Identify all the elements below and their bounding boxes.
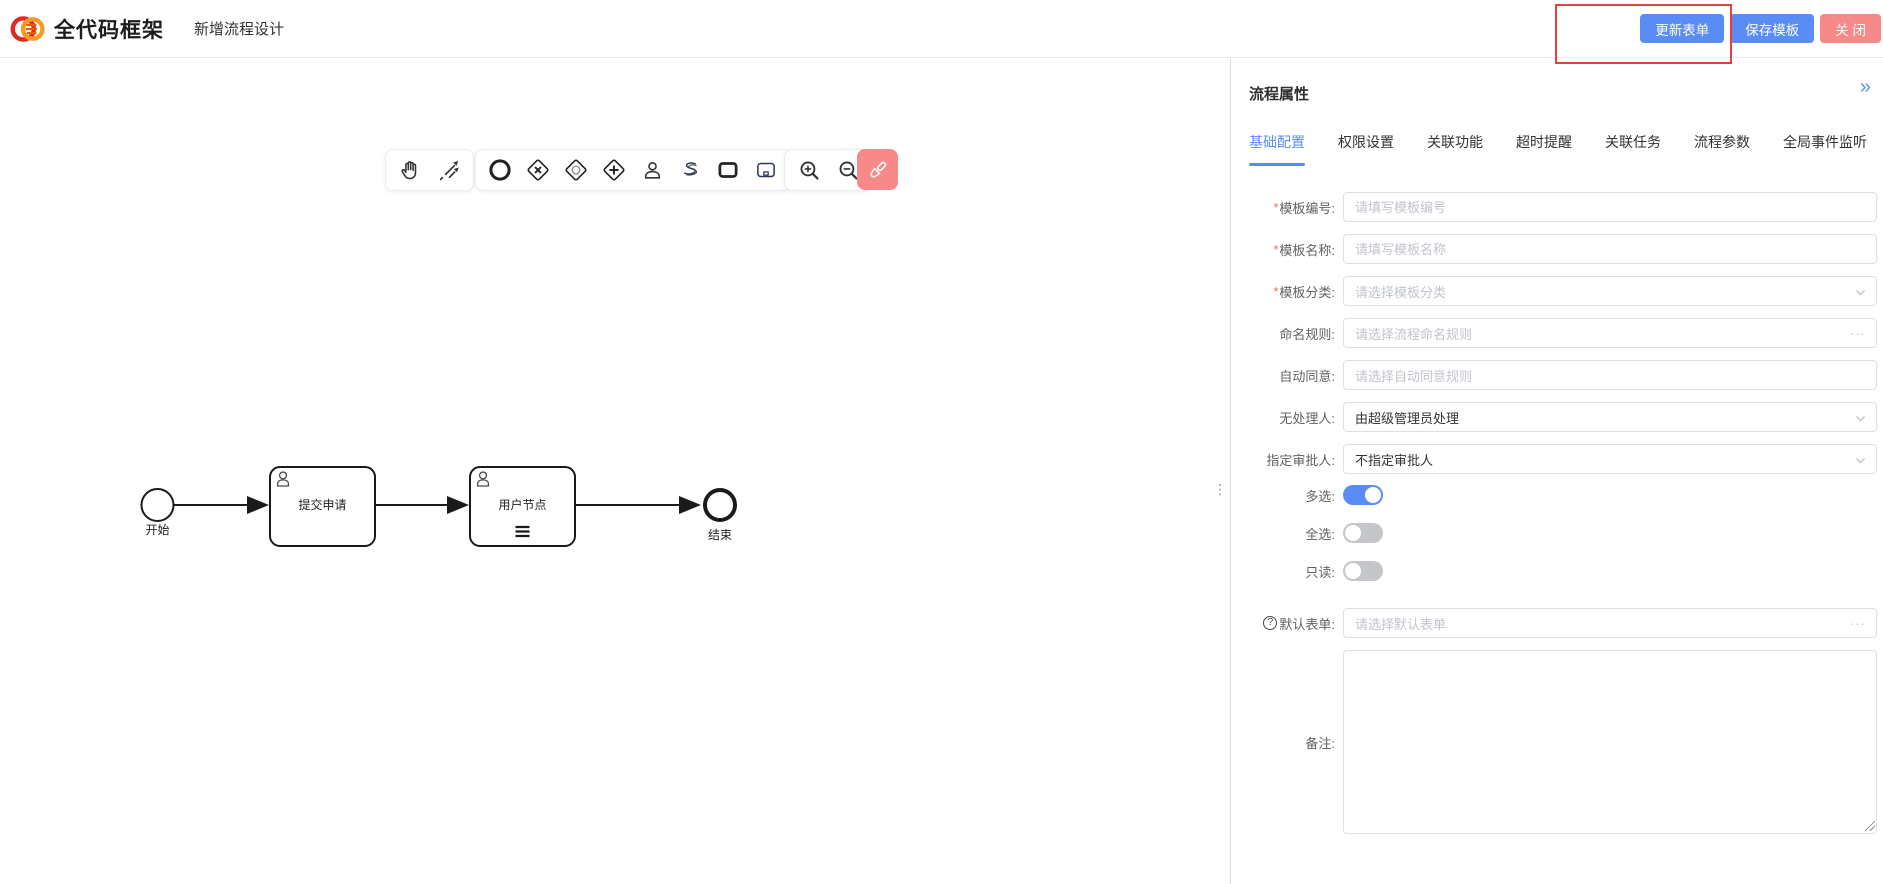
user-task-icon[interactable] — [639, 157, 665, 183]
required-mark: * — [1273, 284, 1278, 299]
panel-resize-handle[interactable]: ⋮ — [1213, 482, 1227, 496]
form-row: 全选: — [1249, 514, 1877, 552]
template-code-input[interactable] — [1343, 192, 1877, 222]
save-template-button[interactable]: 保存模板 — [1730, 14, 1814, 43]
chevron-down-icon — [1855, 413, 1866, 424]
brand-name: 全代码框架 — [54, 14, 164, 44]
template-name-input[interactable] — [1343, 234, 1877, 264]
field-label: 自动同意: — [1249, 366, 1335, 385]
intermediate-event-gateway-icon[interactable] — [563, 157, 589, 183]
form-row: *模板编号: — [1249, 192, 1877, 222]
start-event-label: 开始 — [145, 523, 169, 537]
field-label: 指定审批人: — [1249, 450, 1335, 469]
zoom-in-icon[interactable] — [796, 157, 822, 183]
field-label: *模板分类: — [1249, 282, 1335, 301]
help-question-icon[interactable]: ? — [1263, 616, 1277, 630]
task-label-user: 用户节点 — [498, 497, 546, 512]
form-row: 指定审批人: 不指定审批人 — [1249, 444, 1877, 474]
field-label: 无处理人: — [1249, 408, 1335, 427]
properties-panel: 流程属性 » 基础配置 权限设置 关联功能 超时提醒 关联任务 流程参数 全局事… — [1231, 59, 1883, 884]
end-event-label: 结束 — [708, 528, 732, 542]
close-button[interactable]: 关 闭 — [1820, 14, 1881, 43]
bpmn-canvas[interactable]: 开始 提交申请 用户节点 结束 — [0, 59, 1230, 884]
collapsed-subprocess-icon[interactable] — [753, 157, 779, 183]
chevron-down-icon — [1855, 455, 1866, 466]
form-row: ? 默认表单: 请选择默认表单 ··· — [1249, 608, 1877, 638]
tab-related-task[interactable]: 关联任务 — [1605, 132, 1661, 160]
required-mark: * — [1273, 242, 1278, 257]
ellipsis-icon: ··· — [1850, 326, 1866, 341]
parallel-gateway-icon[interactable] — [601, 157, 627, 183]
brand-logo-icon — [8, 9, 48, 49]
assigned-approver-select[interactable]: 不指定审批人 — [1343, 444, 1877, 474]
tab-basic-config[interactable]: 基础配置 — [1249, 132, 1305, 160]
select-all-toggle[interactable] — [1343, 523, 1383, 543]
form-row: 命名规则: 请选择流程命名规则 ··· — [1249, 318, 1877, 348]
no-handler-select[interactable]: 由超级管理员处理 — [1343, 402, 1877, 432]
field-label: 只读: — [1249, 562, 1335, 581]
tab-process-params[interactable]: 流程参数 — [1694, 132, 1750, 160]
panel-title: 流程属性 — [1249, 83, 1309, 104]
end-event-node[interactable] — [705, 490, 735, 520]
toolbar-group-palette — [475, 149, 791, 191]
read-only-toggle[interactable] — [1343, 561, 1383, 581]
default-form-picker[interactable]: 请选择默认表单 ··· — [1343, 608, 1877, 638]
update-form-button[interactable]: 更新表单 — [1640, 14, 1724, 43]
field-label: *模板名称: — [1249, 240, 1335, 259]
tab-related-function[interactable]: 关联功能 — [1427, 132, 1483, 160]
form-row: *模板分类: 请选择模板分类 — [1249, 276, 1877, 306]
field-label: 多选: — [1249, 486, 1335, 505]
bpmn-diagram: 开始 提交申请 用户节点 结束 — [120, 454, 760, 569]
field-label: 全选: — [1249, 524, 1335, 543]
form-row: 自动同意: 请选择自动同意规则 — [1249, 360, 1877, 390]
ellipsis-icon: ··· — [1850, 616, 1866, 631]
field-label: *模板编号: — [1249, 198, 1335, 217]
basic-config-form: *模板编号: *模板名称: *模板分类: 请选择模板分类 命名规则: 请选择流程… — [1249, 192, 1877, 846]
required-mark: * — [1273, 200, 1278, 215]
connection-tool-icon[interactable] — [436, 157, 462, 183]
remark-textarea[interactable] — [1343, 650, 1877, 834]
collapse-panel-icon[interactable]: » — [1860, 77, 1871, 97]
field-label: 命名规则: — [1249, 324, 1335, 343]
header-actions: 更新表单 保存模板 关 闭 — [1640, 14, 1881, 43]
form-row: 多选: — [1249, 476, 1877, 514]
auto-agree-picker[interactable]: 请选择自动同意规则 — [1343, 360, 1877, 390]
top-header: 全代码框架 新增流程设计 更新表单 保存模板 关 闭 — [0, 0, 1883, 58]
panel-tabs: 基础配置 权限设置 关联功能 超时提醒 关联任务 流程参数 全局事件监听 — [1249, 132, 1867, 160]
tab-global-event-listener[interactable]: 全局事件监听 — [1783, 132, 1867, 160]
task-icon[interactable] — [715, 157, 741, 183]
multi-select-toggle[interactable] — [1343, 485, 1383, 505]
form-row: *模板名称: — [1249, 234, 1877, 264]
hand-tool-icon[interactable] — [397, 157, 423, 183]
flow-designer-page: 全代码框架 新增流程设计 更新表单 保存模板 关 闭 — [0, 0, 1883, 884]
template-category-select[interactable]: 请选择模板分类 — [1343, 276, 1877, 306]
form-row: 备注: — [1249, 650, 1877, 834]
tab-permission[interactable]: 权限设置 — [1338, 132, 1394, 160]
scroll-shape-icon[interactable] — [677, 157, 703, 183]
chevron-down-icon — [1855, 287, 1866, 298]
toolbar-group-cursor — [385, 149, 474, 191]
form-row: 无处理人: 由超级管理员处理 — [1249, 402, 1877, 432]
field-label: ? 默认表单: — [1249, 614, 1335, 633]
tab-timeout-remind[interactable]: 超时提醒 — [1516, 132, 1572, 160]
page-title: 新增流程设计 — [194, 18, 284, 39]
form-row: 只读: — [1249, 552, 1877, 590]
task-label-submit: 提交申请 — [298, 497, 346, 512]
clear-brush-button[interactable] — [857, 149, 898, 190]
exclusive-gateway-icon[interactable] — [525, 157, 551, 183]
field-label: 备注: — [1249, 733, 1335, 752]
start-event-node[interactable] — [142, 489, 174, 521]
brush-icon — [866, 158, 890, 182]
naming-rule-picker[interactable]: 请选择流程命名规则 ··· — [1343, 318, 1877, 348]
start-event-icon[interactable] — [487, 157, 513, 183]
